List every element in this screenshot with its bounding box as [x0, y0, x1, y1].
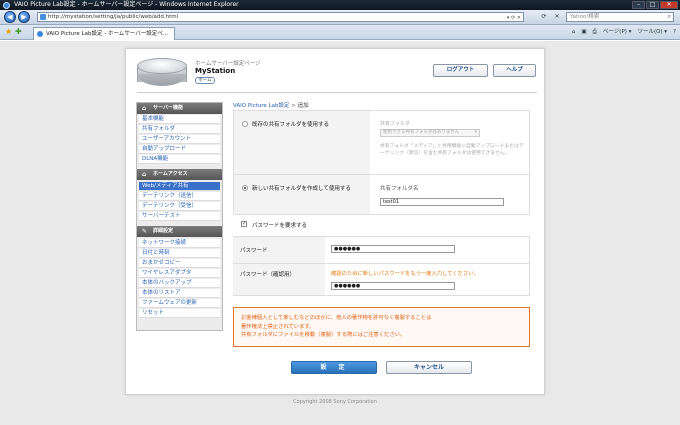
station-name: MyStation [195, 67, 236, 75]
ie-icon [3, 2, 10, 9]
sidebar-item-restore[interactable]: 本体のリストア [139, 289, 220, 298]
sidebar-item-datalink-send[interactable]: デーテリンク（送信） [139, 192, 220, 201]
breadcrumb-separator: > [291, 103, 296, 109]
new-option-cell [234, 175, 370, 214]
password-label: パスワード [240, 248, 268, 254]
close-button[interactable]: ✕ [660, 1, 678, 9]
option-divider [234, 174, 529, 175]
tab-bar: ★ ✚ VAIO Picture Lab設定 - ホームサーバー設定ペ... ⌂… [0, 25, 680, 40]
tab-vaio-settings[interactable]: VAIO Picture Lab設定 - ホームサーバー設定ペ... [33, 27, 175, 40]
help-button[interactable]: ヘルプ [493, 64, 536, 77]
address-url: http://mystation/setting/ja/public/web/a… [48, 14, 179, 20]
forward-arrow-icon[interactable]: ▶ [18, 11, 30, 23]
sidebar-item-shared-folder[interactable]: 共有フォルダ [139, 125, 220, 134]
home-icon[interactable]: ⌂ [572, 28, 576, 37]
sidebar-item-backup[interactable]: 本体のバックアップ [139, 279, 220, 288]
cancel-button[interactable]: キャンセル [386, 361, 472, 374]
feeds-icon[interactable]: ▣ [581, 28, 586, 37]
sidebar-item-firmware[interactable]: ファームウェアの更新 [139, 299, 220, 308]
server-disk-icon [137, 58, 187, 87]
minimize-button[interactable]: – [632, 1, 645, 9]
new-folder-name-input[interactable]: test01 [380, 198, 504, 206]
sidebar-section-advanced: ✎ 詳細設定 [137, 226, 222, 237]
sidebar-item-dlna[interactable]: DLNA機能 [139, 155, 220, 164]
chevron-down-icon: ▾ [474, 130, 477, 135]
sidebar-item-datetime[interactable]: 日付と時刻 [139, 249, 220, 258]
window-controls: – □ ✕ [632, 1, 678, 9]
sidebar-item-auto-upload[interactable]: 自動アップロード [139, 145, 220, 154]
home-access-icon: ⌂ [142, 171, 147, 178]
breadcrumb-current: 追加 [297, 103, 309, 109]
stop-icon[interactable]: ✕ [551, 12, 563, 22]
submit-button[interactable]: 設 定 [291, 361, 377, 374]
password-divider [234, 263, 529, 264]
password-confirm-hint: 確認のために新しいパスワードをもう一度入力してください。 [331, 271, 479, 277]
caution-line: 共有フォルダにファイルを移動（複製）する際にはご注意ください。 [241, 332, 406, 338]
print-icon[interactable]: ⎙ [593, 28, 597, 37]
password-confirm-label: パスワード（確認用） [240, 272, 296, 278]
favorites-star-icon[interactable]: ★ [5, 27, 12, 37]
copyright-caution: お客様個人として楽しむなどのほかに、他人の著作物を許可なく複製することは 著作権… [233, 307, 530, 347]
sidebar-item-auto-copy[interactable]: おまかせコピー [139, 259, 220, 268]
sidebar-item-network[interactable]: ネットワーク接続 [139, 239, 220, 248]
tab-page-icon [37, 31, 43, 37]
search-icon[interactable]: ⌕ [668, 13, 671, 21]
browser-navbar: ◀ ▶ http://mystation/setting/ja/public/w… [0, 10, 680, 25]
existing-folder-label: 共有フォルダ [380, 121, 411, 127]
sidebar-item-datalink-receive[interactable]: デーテリンク（受信） [139, 202, 220, 211]
header-subtitle: ホームサーバー設定ページ [195, 61, 261, 67]
require-password-label: パスワードを要求する [252, 223, 308, 229]
new-folder-name-label: 共有フォルダ名 [380, 186, 419, 192]
sidebar-item-web-media[interactable]: Web/メディア共有 [139, 182, 220, 191]
home-button[interactable]: ホーム [195, 77, 215, 84]
search-placeholder: Yahoo!検索 [570, 14, 600, 20]
logout-button[interactable]: ログアウト [433, 64, 488, 77]
page-icon [40, 14, 46, 20]
caution-line: お客様個人として楽しむなどのほかに、他人の著作物を許可なく複製することは [241, 315, 432, 321]
tools-menu[interactable]: ツール(O) ▾ [637, 28, 667, 37]
back-arrow-icon[interactable]: ◀ [4, 11, 16, 23]
existing-folder-option-label: 既存の共有フォルダを使用する [252, 122, 330, 128]
wrench-icon: ✎ [142, 228, 148, 235]
existing-folder-note: 共有フォルダ「メディア」と共用機能に自動アップロードまたはデーテリンク（受信）を… [380, 144, 524, 156]
sidebar-section-home-access: ⌂ ホームアクセス [137, 169, 222, 180]
refresh-icon[interactable]: ⟳ [538, 12, 550, 22]
sidebar-item-wireless[interactable]: ワイヤレスアダプタ [139, 269, 220, 278]
existing-folder-select[interactable]: 使用できる共有フォルダはありません ▾ [380, 129, 480, 137]
home-icon: ⌂ [142, 105, 147, 112]
sidebar-item-reset[interactable]: リセット [139, 309, 220, 318]
sidebar-item-basic[interactable]: 基本機能 [139, 115, 220, 124]
breadcrumb-parent-link[interactable]: VAIO Picture Lab設定 [233, 103, 289, 109]
add-favorite-icon[interactable]: ✚ [15, 27, 22, 37]
breadcrumb: VAIO Picture Lab設定 > 追加 [233, 101, 309, 109]
sidebar-item-server-test[interactable]: サーバーテスト [139, 212, 220, 221]
existing-folder-radio[interactable] [242, 121, 248, 127]
password-confirm-label-cell [233, 264, 325, 295]
password-confirm-input[interactable]: ●●●●●● [331, 282, 455, 290]
window-titlebar: VAIO Picture Lab設定 - ホームサーバー設定ページ - Wind… [0, 0, 680, 10]
footer-copyright: Copyright 2008 Sony Corporation [293, 399, 377, 405]
window-title: VAIO Picture Lab設定 - ホームサーバー設定ページ - Wind… [14, 1, 239, 8]
sidebar-section-server: ⌂ サーバー機能 [137, 103, 222, 114]
tab-label: VAIO Picture Lab設定 - ホームサーバー設定ペ... [46, 31, 168, 37]
caution-line: 著作権法上禁止されています。 [241, 323, 315, 330]
sidebar-item-user-account[interactable]: ユーザーアカウント [139, 135, 220, 144]
address-bar[interactable]: http://mystation/setting/ja/public/web/a… [37, 12, 524, 22]
search-input[interactable]: Yahoo!検索 ⌕ [566, 12, 674, 22]
sidebar: ⌂ サーバー機能 基本機能 共有フォルダ ユーザーアカウント 自動アップロード … [136, 102, 223, 331]
page-menu[interactable]: ページ(P) ▾ [603, 28, 632, 37]
password-input[interactable]: ●●●●●● [331, 245, 455, 253]
help-icon[interactable]: ? [673, 28, 676, 37]
require-password-checkbox[interactable]: ✓ [241, 221, 247, 227]
new-folder-option-label: 新しい共有フォルダを作成して使用する [252, 186, 351, 192]
command-bar: ⌂ ▣ ⎙ ページ(P) ▾ ツール(O) ▾ ? [572, 28, 676, 37]
header-divider [137, 92, 537, 93]
maximize-button[interactable]: □ [646, 1, 659, 9]
refresh-stop-icons[interactable]: ▾ ⟳ ✕ [507, 14, 521, 22]
new-folder-radio[interactable] [242, 185, 248, 191]
